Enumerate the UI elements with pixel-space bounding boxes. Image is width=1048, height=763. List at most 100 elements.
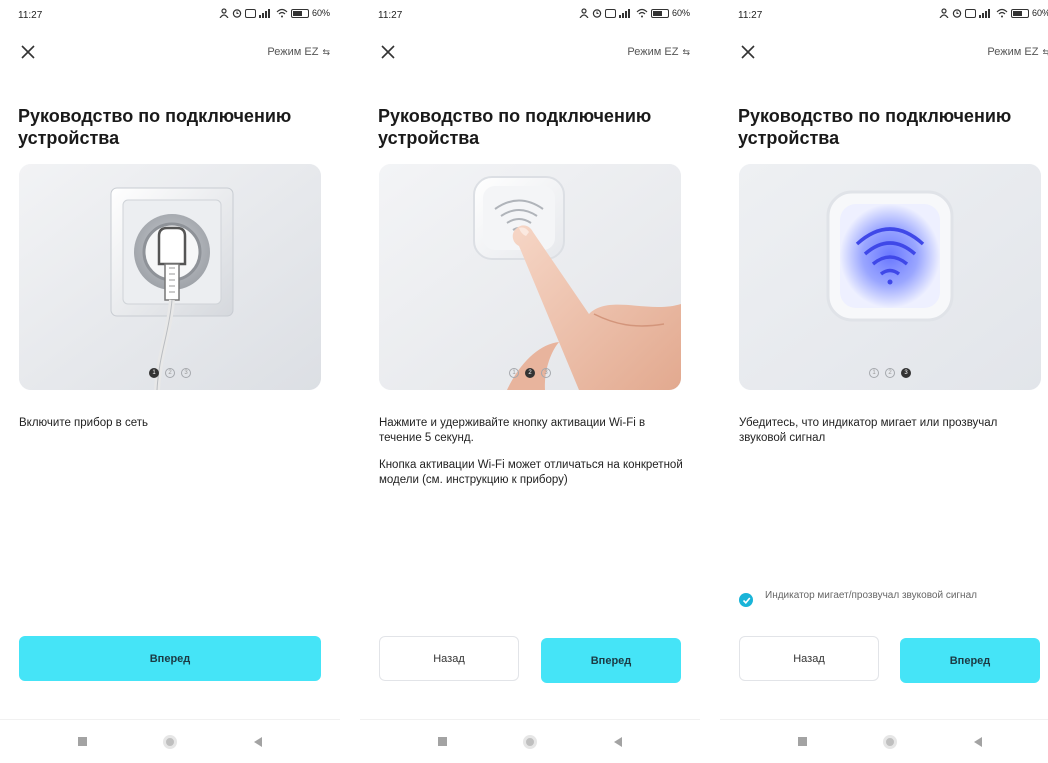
system-nav-bar [720,719,1048,763]
sim-icon [604,8,616,18]
step-dot-2: 2 [885,368,895,378]
illustration-press-wifi-button: 1 2 3 [379,164,681,390]
battery-icon [650,8,669,18]
ez-mode-label: Режим EZ [627,46,679,58]
status-bar: 11:27 60% [378,8,690,24]
top-bar: Режим EZ ⇆ [738,42,1048,64]
screen-step-1: 11:27 60% Режим EZ ⇆ Руководство по подк… [0,0,340,763]
page-title: Руководство по подключению устройства [378,106,652,148]
illustration-plug-socket: 1 2 3 [19,164,321,390]
recent-apps-icon[interactable] [78,737,88,746]
next-button[interactable]: Вперед [900,638,1040,683]
instruction-text: Включите прибор в сеть [19,416,326,443]
page-title: Руководство по подключению устройства [18,106,292,148]
recent-apps-icon[interactable] [798,737,808,746]
home-icon[interactable] [523,734,538,749]
ez-mode-toggle[interactable]: Режим EZ ⇆ [987,46,1048,58]
instruction-note: Кнопка активации Wi-Fi может отличаться … [379,459,683,486]
system-nav-bar [0,719,340,763]
step-indicator: 1 2 3 [379,368,681,378]
back-button[interactable]: Назад [739,636,879,681]
step-indicator: 1 2 3 [739,368,1041,378]
instruction-text: Нажмите и удерживайте кнопку активации W… [379,416,686,500]
sim-icon [244,8,256,18]
ez-mode-toggle[interactable]: Режим EZ ⇆ [267,46,330,58]
swap-icon: ⇆ [1042,46,1048,57]
step-dot-1: 1 [509,368,519,378]
status-time: 11:27 [378,10,403,21]
confirm-label: Индикатор мигает/прозвучал звуковой сигн… [765,590,977,601]
indicator-confirm-checkbox[interactable]: Индикатор мигает/прозвучал звуковой сигн… [739,589,1048,607]
instruction-line: Включите прибор в сеть [19,417,149,429]
status-bar: 11:27 60% [18,8,330,24]
back-icon[interactable] [973,736,982,747]
step-dot-3: 3 [541,368,551,378]
step-dot-2: 2 [525,368,535,378]
battery-percent: 60% [1031,8,1048,18]
home-icon[interactable] [883,734,898,749]
close-icon[interactable] [18,42,40,64]
wifi-button-illustration [379,164,681,390]
person-icon [219,8,229,18]
back-button-label: Назад [433,652,465,665]
illustration-wifi-indicator: 1 2 3 [739,164,1041,390]
battery-percent: 60% [671,8,690,18]
step-dot-2: 2 [165,368,175,378]
socket-illustration [19,164,321,390]
top-bar: Режим EZ ⇆ [18,42,330,64]
screen-step-2: 11:27 60% Режим EZ ⇆ Руководство по подк… [360,0,700,763]
signal-icon [618,8,633,18]
close-icon[interactable] [738,42,760,64]
back-icon[interactable] [613,736,622,747]
instruction-line: Нажмите и удерживайте кнопку активации W… [379,417,646,444]
screen-step-3: 11:27 60% Режим EZ ⇆ Руководство по подк… [720,0,1048,763]
system-nav-bar [360,719,700,763]
alarm-icon [952,9,962,18]
back-button-label: Назад [793,652,825,665]
swap-icon: ⇆ [682,46,690,57]
alarm-icon [592,9,602,18]
wifi-status-icon [636,8,648,18]
page-title: Руководство по подключению устройства [738,106,1012,148]
instruction-text: Убедитесь, что индикатор мигает или проз… [739,416,1046,458]
step-indicator: 1 2 3 [19,368,321,378]
ez-mode-label: Режим EZ [267,46,319,58]
ez-mode-label: Режим EZ [987,46,1039,58]
person-icon [579,8,589,18]
status-icons: 60% [579,8,690,18]
ez-mode-toggle[interactable]: Режим EZ ⇆ [627,46,690,58]
back-icon[interactable] [253,736,262,747]
battery-icon [1010,8,1029,18]
alarm-icon [232,9,242,18]
signal-icon [258,8,273,18]
next-button-label: Вперед [949,654,991,667]
step-dot-1: 1 [869,368,879,378]
status-time: 11:27 [738,10,763,21]
wifi-status-icon [996,8,1008,18]
next-button[interactable]: Вперед [541,638,681,683]
next-button-label: Вперед [149,652,191,665]
status-bar: 11:27 60% [738,8,1048,24]
step-dot-1: 1 [149,368,159,378]
next-button[interactable]: Вперед [19,636,321,681]
battery-percent: 60% [311,8,330,18]
home-icon[interactable] [163,734,178,749]
status-icons: 60% [219,8,330,18]
recent-apps-icon[interactable] [438,737,448,746]
top-bar: Режим EZ ⇆ [378,42,690,64]
back-button[interactable]: Назад [379,636,519,681]
battery-icon [290,8,309,18]
swap-icon: ⇆ [322,46,330,57]
status-icons: 60% [939,8,1048,18]
checkmark-icon[interactable] [739,593,753,607]
step-dot-3: 3 [901,368,911,378]
instruction-line: Убедитесь, что индикатор мигает или проз… [739,417,998,444]
signal-icon [978,8,993,18]
step-dot-3: 3 [181,368,191,378]
next-button-label: Вперед [590,654,632,667]
sim-icon [964,8,976,18]
person-icon [939,8,949,18]
wifi-status-icon [276,8,288,18]
wifi-indicator-illustration [739,164,1041,390]
close-icon[interactable] [378,42,400,64]
